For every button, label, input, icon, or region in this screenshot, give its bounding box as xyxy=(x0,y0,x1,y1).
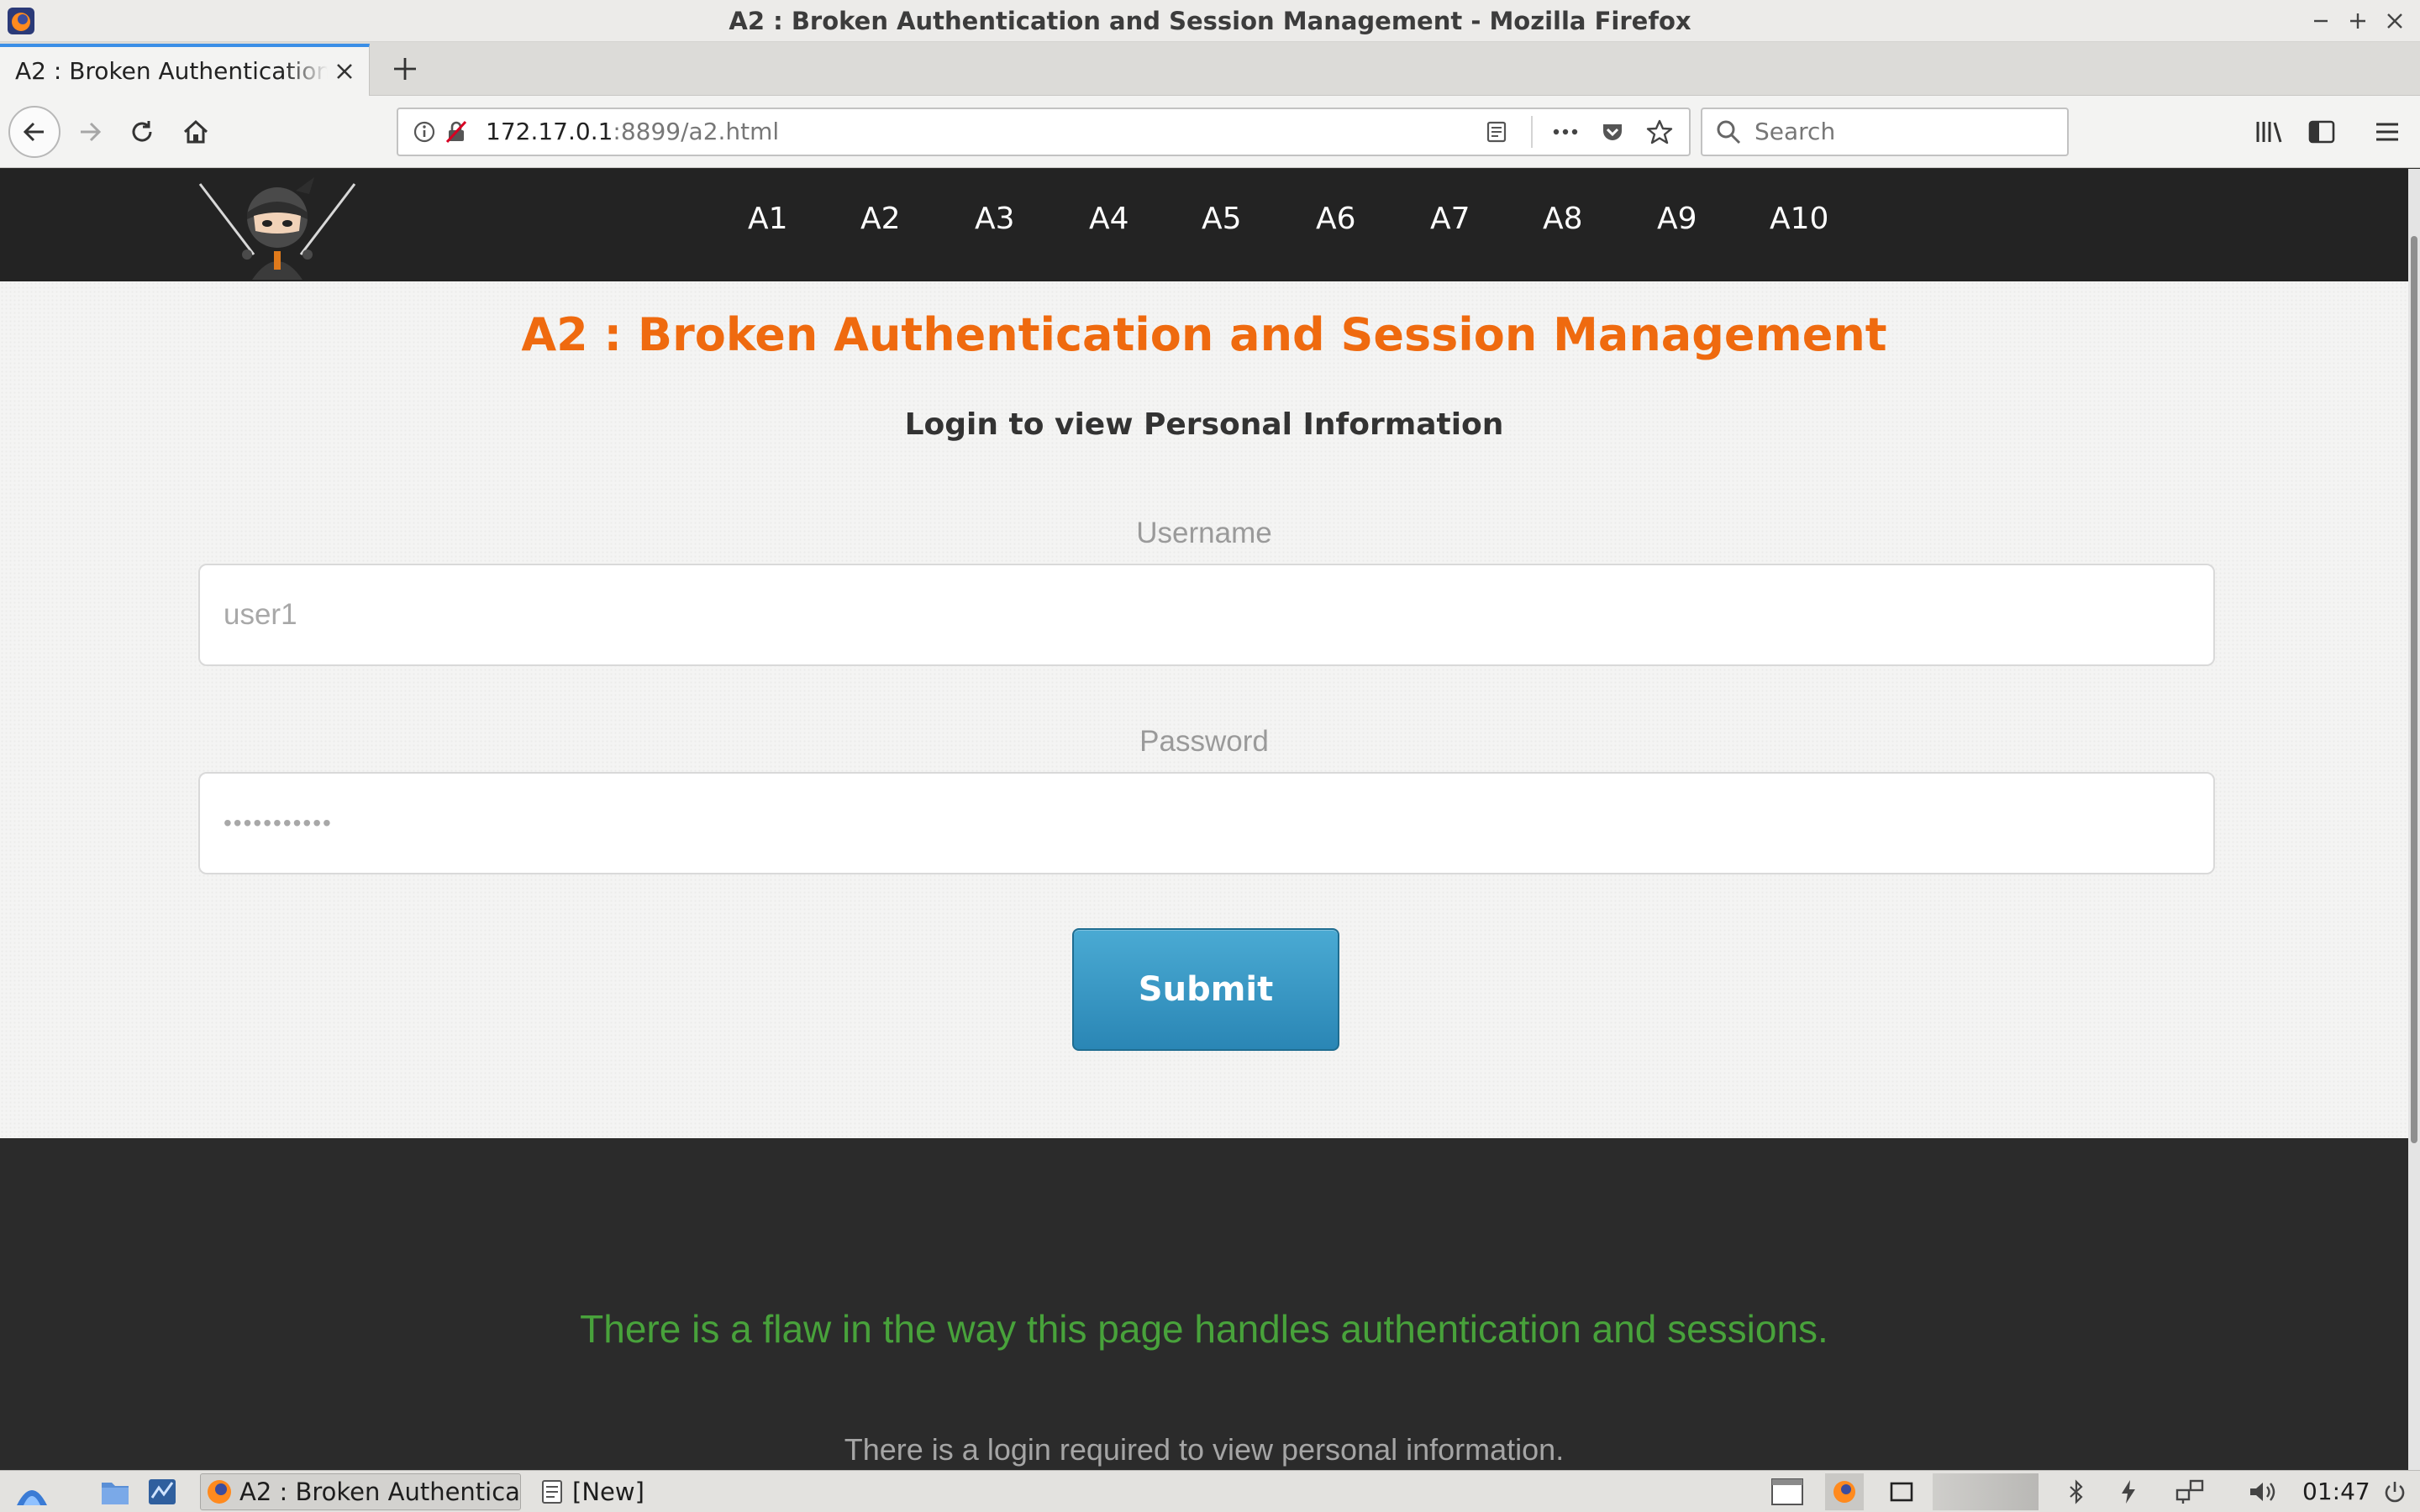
search-bar[interactable]: Search xyxy=(1701,108,2069,156)
workspace-1-icon[interactable] xyxy=(1825,1473,1864,1510)
username-input[interactable]: user1 xyxy=(198,564,2215,666)
flaw-hint-text: There is a flaw in the way this page han… xyxy=(580,1307,1828,1351)
page-actions-icon[interactable] xyxy=(1548,114,1583,150)
desktop-taskbar: A2 : Broken Authentica... [New] 01:47 xyxy=(0,1470,2420,1512)
tab-close-icon[interactable] xyxy=(330,57,359,86)
nav-link-a1[interactable]: A1 xyxy=(748,169,788,270)
password-input[interactable]: ••••••••••• xyxy=(198,772,2215,874)
new-tab-button[interactable] xyxy=(387,50,424,87)
tab-title: A2 : Broken Authentication and Session M… xyxy=(15,57,328,85)
editor-task-label: [New] xyxy=(572,1478,644,1506)
ninja-logo[interactable] xyxy=(195,172,360,280)
window-title: A2 : Broken Authentication and Session M… xyxy=(729,7,1691,35)
nav-link-a8[interactable]: A8 xyxy=(1543,169,1583,270)
password-value: ••••••••••• xyxy=(224,810,333,836)
submit-button[interactable]: Submit xyxy=(1072,928,1339,1051)
page-subtitle: Login to view Personal Information xyxy=(904,407,1504,442)
file-manager-icon[interactable] xyxy=(96,1473,134,1510)
minimize-button[interactable] xyxy=(2302,3,2339,39)
site-header: A1 A2 A3 A4 A5 A6 A7 A8 A9 A10 xyxy=(0,169,2408,281)
taskbar-clock[interactable]: 01:47 xyxy=(2302,1471,2370,1512)
password-label: Password xyxy=(1139,725,1269,758)
close-window-button[interactable] xyxy=(2376,3,2413,39)
page-title: A2 : Broken Authentication and Session M… xyxy=(521,308,1887,361)
start-menu-icon[interactable] xyxy=(7,1473,57,1510)
menu-icon[interactable] xyxy=(2366,111,2408,153)
maximize-button[interactable] xyxy=(2339,3,2376,39)
login-note-text: There is a login required to view person… xyxy=(844,1432,1565,1467)
nav-link-a6[interactable]: A6 xyxy=(1316,169,1356,270)
insecure-connection-icon[interactable] xyxy=(439,114,474,150)
workspace-2-icon[interactable] xyxy=(1882,1473,1921,1510)
page-viewport: A1 A2 A3 A4 A5 A6 A7 A8 A9 A10 A2 : Brok… xyxy=(0,169,2408,1470)
url-text[interactable]: 172.17.0.1:8899/a2.html xyxy=(486,109,779,155)
desktop-switcher-icon[interactable] xyxy=(1768,1473,1807,1510)
network-icon[interactable] xyxy=(2171,1473,2210,1510)
nav-link-a2[interactable]: A2 xyxy=(860,169,901,270)
url-bar-separator xyxy=(1531,116,1533,148)
volume-icon[interactable] xyxy=(2244,1473,2282,1510)
tab-active[interactable]: A2 : Broken Authentication and Session M… xyxy=(0,44,370,96)
library-icon[interactable] xyxy=(2249,111,2291,153)
firefox-task-icon xyxy=(208,1480,231,1504)
power-icon[interactable] xyxy=(2378,1473,2412,1510)
editor-task-icon xyxy=(542,1480,562,1504)
username-value: user1 xyxy=(224,598,297,631)
search-icon xyxy=(1714,118,1744,148)
login-section: A2 : Broken Authentication and Session M… xyxy=(0,281,2408,1138)
reader-view-icon[interactable] xyxy=(1479,114,1514,150)
pocket-icon[interactable] xyxy=(1595,114,1630,150)
nav-link-a7[interactable]: A7 xyxy=(1430,169,1470,270)
back-button[interactable] xyxy=(8,106,60,158)
bluetooth-icon[interactable] xyxy=(2064,1473,2089,1510)
navigation-toolbar: 172.17.0.1:8899/a2.html Search xyxy=(0,96,2420,168)
sidebar-icon[interactable] xyxy=(2301,111,2343,153)
nav-link-a4[interactable]: A4 xyxy=(1089,169,1129,270)
power-charge-icon[interactable] xyxy=(2114,1473,2143,1510)
network-app-icon[interactable] xyxy=(143,1473,182,1510)
nav-link-a9[interactable]: A9 xyxy=(1657,169,1697,270)
page-scrollbar[interactable] xyxy=(2408,169,2420,1470)
taskbar-editor-task[interactable]: [New] xyxy=(533,1473,645,1510)
page-footer: There is a flaw in the way this page han… xyxy=(0,1138,2408,1470)
window-title-bar: A2 : Broken Authentication and Session M… xyxy=(0,0,2420,42)
nav-link-a5[interactable]: A5 xyxy=(1202,169,1242,270)
tab-strip: A2 : Broken Authentication and Session M… xyxy=(0,42,2420,96)
search-placeholder: Search xyxy=(1754,118,1836,145)
reload-button[interactable] xyxy=(121,111,163,153)
nav-link-a3[interactable]: A3 xyxy=(975,169,1015,270)
forward-button[interactable] xyxy=(69,111,111,153)
home-button[interactable] xyxy=(175,111,217,153)
taskbar-firefox-task[interactable]: A2 : Broken Authentica... xyxy=(200,1473,521,1510)
firefox-task-label: A2 : Broken Authentica... xyxy=(239,1478,521,1506)
username-label: Username xyxy=(1136,517,1272,549)
cpu-graph xyxy=(1933,1473,2039,1510)
bookmark-star-icon[interactable] xyxy=(1642,114,1677,150)
url-bar[interactable]: 172.17.0.1:8899/a2.html xyxy=(397,108,1691,156)
scrollbar-thumb[interactable] xyxy=(2411,236,2417,1143)
info-icon[interactable] xyxy=(407,114,442,150)
nav-link-a10[interactable]: A10 xyxy=(1770,169,1828,270)
